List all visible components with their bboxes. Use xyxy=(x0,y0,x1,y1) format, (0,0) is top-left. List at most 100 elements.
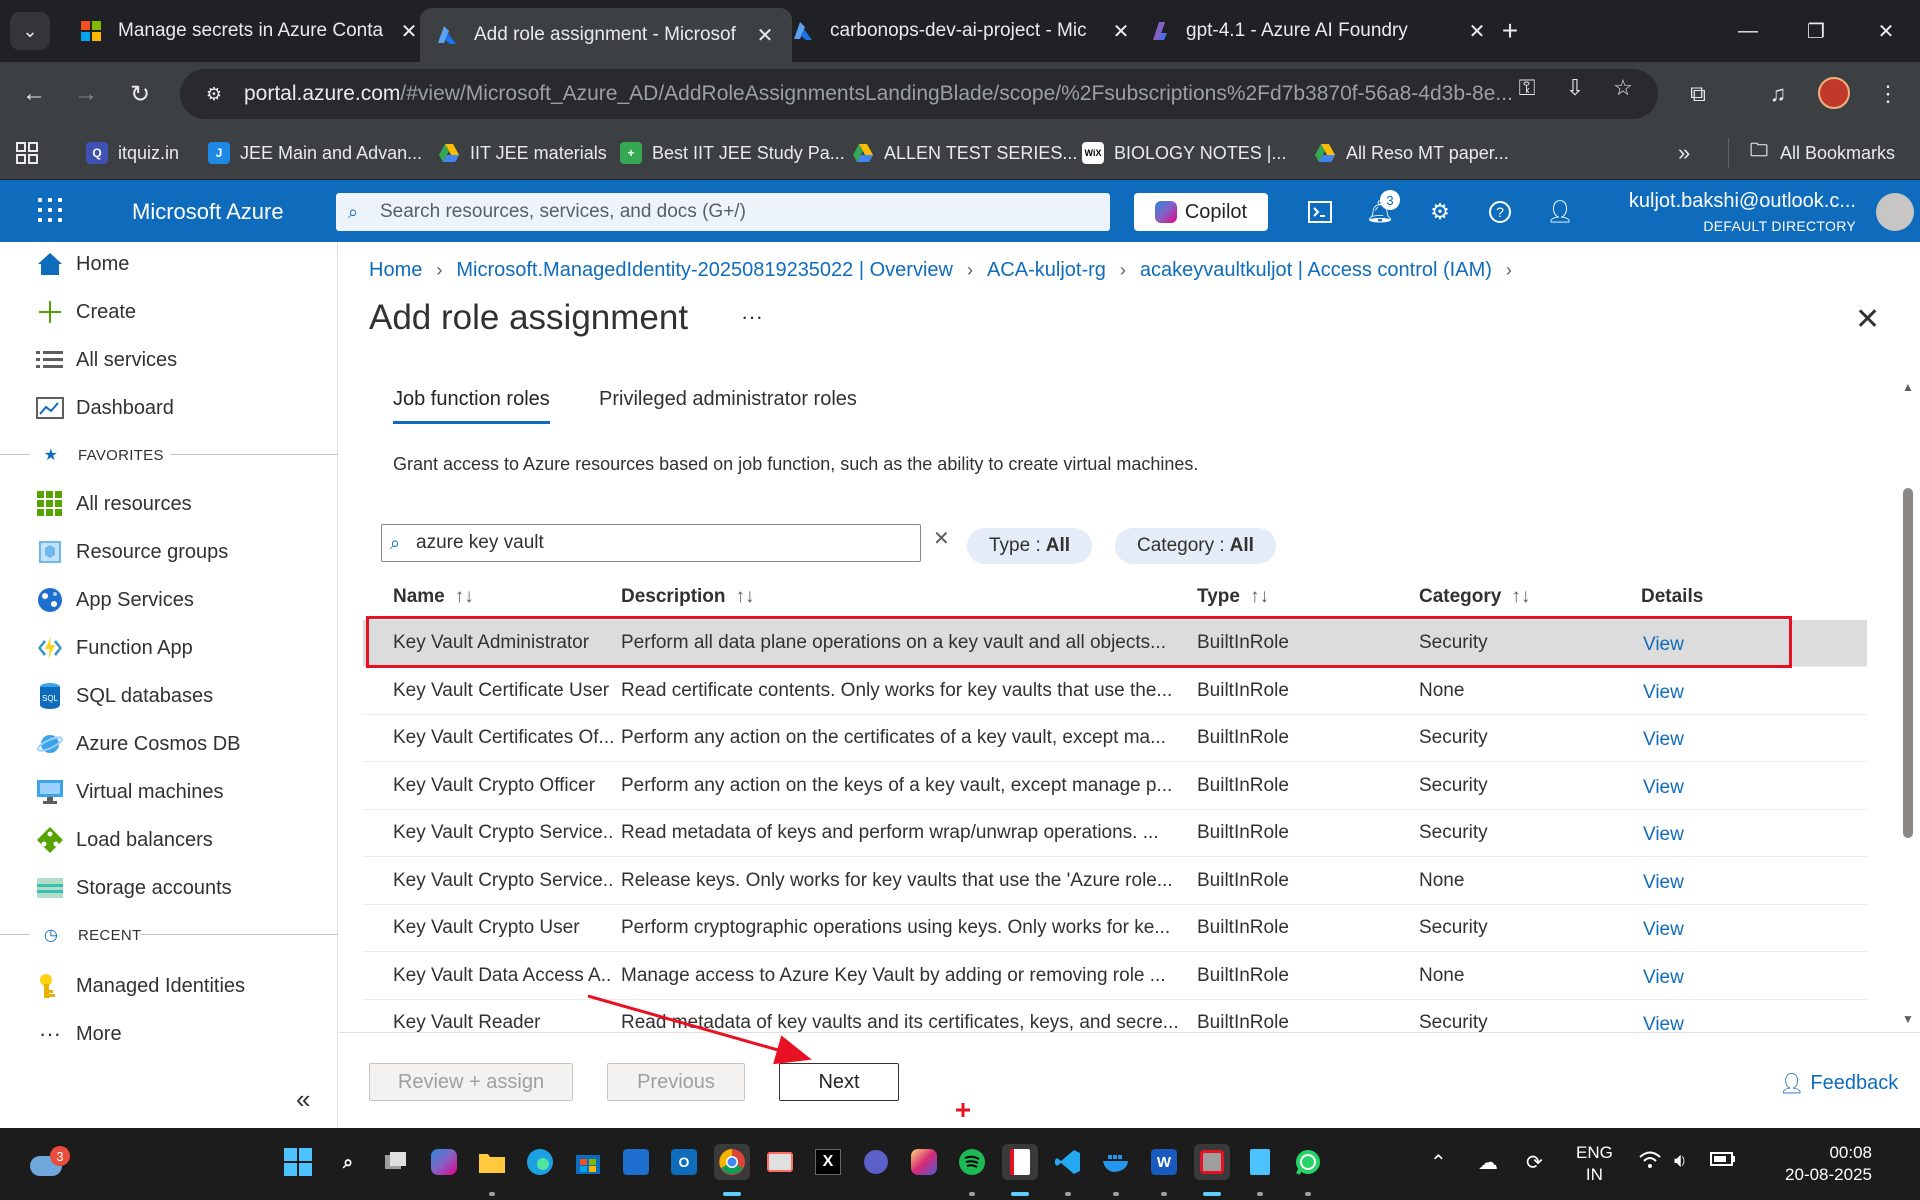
store-icon[interactable] xyxy=(570,1144,606,1180)
apps-grid-icon[interactable] xyxy=(16,138,38,168)
sort-icon[interactable]: ↑↓ xyxy=(1511,586,1530,607)
outlook-icon[interactable]: O xyxy=(666,1144,702,1180)
column-header-type[interactable]: Type ↑↓ xyxy=(1197,586,1269,608)
portal-menu-icon[interactable] xyxy=(38,198,64,224)
sync-icon[interactable]: ⟳ xyxy=(1526,1150,1543,1175)
breadcrumb-home[interactable]: Home xyxy=(369,259,422,282)
review-assign-button[interactable]: Review + assign xyxy=(369,1063,573,1101)
table-row[interactable]: Key Vault Crypto Officer Perform any acti… xyxy=(363,763,1867,810)
bookmark-iit-jee-materials[interactable]: IIT JEE materials xyxy=(438,138,607,168)
category-filter-pill[interactable]: Category : All xyxy=(1115,528,1276,564)
sort-icon[interactable]: ↑↓ xyxy=(1250,586,1269,607)
role-search-box[interactable]: ⌕ xyxy=(381,524,921,562)
sort-icon[interactable]: ↑↓ xyxy=(736,586,755,607)
all-bookmarks-button[interactable]: 🗀 All Bookmarks xyxy=(1748,138,1895,168)
close-icon[interactable]: ✕ xyxy=(398,19,420,44)
bookmark-biology-notes[interactable]: WiX BIOLOGY NOTES |... xyxy=(1082,138,1286,168)
more-options-button[interactable]: ··· xyxy=(741,304,763,330)
bookmark-star-icon[interactable]: ☆ xyxy=(1608,75,1638,101)
language-indicator[interactable]: ENG IN xyxy=(1576,1142,1613,1186)
azure-data-studio-icon[interactable] xyxy=(618,1144,654,1180)
back-arrow-icon[interactable]: ← xyxy=(16,76,52,112)
onedrive-cloud-icon[interactable]: ☁ xyxy=(1478,1150,1498,1175)
media-control-icon[interactable]: ♫ xyxy=(1760,76,1796,112)
new-tab-button[interactable]: + xyxy=(1493,14,1527,48)
copilot-app-icon[interactable] xyxy=(426,1144,462,1180)
feedback-person-icon[interactable]: 👤︎ xyxy=(1544,196,1576,228)
tab-job-function-roles[interactable]: Job function roles xyxy=(393,388,550,424)
close-icon[interactable]: ✕ xyxy=(1466,19,1488,44)
view-details-link[interactable]: View xyxy=(1643,634,1743,656)
gear-icon[interactable]: ⚙ xyxy=(1424,196,1456,228)
view-details-link[interactable]: View xyxy=(1643,824,1743,846)
type-filter-pill[interactable]: Type : All xyxy=(967,528,1093,564)
bookmark-jee-main[interactable]: J JEE Main and Advan... xyxy=(208,138,422,168)
global-search[interactable]: ⌕ xyxy=(336,193,1110,231)
sidebar-item-more[interactable]: ··· More xyxy=(0,1012,338,1056)
minimize-icon[interactable]: — xyxy=(1728,14,1768,48)
column-header-category[interactable]: Category ↑↓ xyxy=(1419,586,1530,608)
chevron-up-icon[interactable]: ⌃ xyxy=(1430,1150,1447,1175)
reload-icon[interactable]: ↻ xyxy=(122,76,158,112)
chrome-icon[interactable] xyxy=(714,1144,750,1180)
site-info-icon[interactable]: ⚙ xyxy=(194,84,234,105)
bookmark-allen-test[interactable]: ALLEN TEST SERIES... xyxy=(852,138,1077,168)
scroll-up-icon[interactable]: ▲ xyxy=(1900,380,1916,394)
task-view-icon[interactable] xyxy=(378,1144,414,1180)
sidebar-item-home[interactable]: Home xyxy=(0,242,338,286)
previous-button[interactable]: Previous xyxy=(607,1063,745,1101)
avatar[interactable] xyxy=(1876,193,1914,231)
volume-icon[interactable]: 🔉︎ xyxy=(1674,1150,1687,1173)
table-row[interactable]: Key Vault Administrator Perform all data … xyxy=(363,620,1867,667)
next-button[interactable]: Next xyxy=(779,1063,899,1101)
cloud-shell-icon[interactable] xyxy=(1304,196,1336,228)
sidebar-item-cosmos-db[interactable]: Azure Cosmos DB xyxy=(0,722,338,766)
sidebar-item-load-balancers[interactable]: Load balancers xyxy=(0,818,338,862)
forward-arrow-icon[interactable]: → xyxy=(68,76,104,112)
url-text[interactable]: portal.azure.com/#view/Microsoft_Azure_A… xyxy=(244,82,1544,106)
install-app-icon[interactable]: ⇩ xyxy=(1560,75,1590,101)
close-window-icon[interactable]: ✕ xyxy=(1866,14,1906,48)
table-row[interactable]: Key Vault Crypto Service... Read metadata… xyxy=(363,810,1867,857)
sidebar-item-resource-groups[interactable]: Resource groups xyxy=(0,530,338,574)
copilot-button[interactable]: Copilot xyxy=(1134,193,1268,231)
address-bar[interactable]: ⚙ portal.azure.com/#view/Microsoft_Azure… xyxy=(180,69,1658,119)
browser-tab-active[interactable]: Add role assignment - Microsof ✕ xyxy=(420,8,792,62)
azure-brand[interactable]: Microsoft Azure xyxy=(132,199,284,225)
role-search-input[interactable] xyxy=(416,532,916,554)
profile-avatar[interactable] xyxy=(1818,77,1850,109)
close-icon[interactable]: ✕ xyxy=(1110,19,1132,44)
close-icon[interactable]: ✕ xyxy=(754,23,776,48)
docker-icon[interactable] xyxy=(1098,1144,1134,1180)
weather-widget[interactable]: 3 xyxy=(26,1146,70,1182)
sidebar-item-function-app[interactable]: Function App xyxy=(0,626,338,670)
bookmark-itquiz[interactable]: Qitquiz.in xyxy=(86,138,179,168)
breadcrumb-managed-identity[interactable]: Microsoft.ManagedIdentity-20250819235022… xyxy=(456,259,953,282)
tab-privileged-admin-roles[interactable]: Privileged administrator roles xyxy=(599,388,857,421)
browser-tab[interactable]: Manage secrets in Azure Conta ✕ xyxy=(64,8,436,54)
windows-start-icon[interactable] xyxy=(280,1144,316,1180)
wifi-icon[interactable] xyxy=(1638,1150,1662,1176)
table-row[interactable]: Key Vault Data Access A... Manage access … xyxy=(363,953,1867,1000)
spotify-icon[interactable] xyxy=(954,1144,990,1180)
file-explorer-icon[interactable] xyxy=(474,1144,510,1180)
sandbox-icon[interactable] xyxy=(1194,1144,1230,1180)
notepad-icon[interactable] xyxy=(1242,1144,1278,1180)
edge-browser-icon[interactable] xyxy=(522,1144,558,1180)
view-details-link[interactable]: View xyxy=(1643,919,1743,941)
battery-icon[interactable] xyxy=(1710,1150,1736,1173)
column-header-name[interactable]: Name ↑↓ xyxy=(393,586,474,608)
column-header-description[interactable]: Description ↑↓ xyxy=(621,586,755,608)
extensions-icon[interactable]: ⧉ xyxy=(1680,76,1716,112)
breadcrumb-keyvault-iam[interactable]: acakeyvaultkuljot | Access control (IAM) xyxy=(1140,259,1492,282)
global-search-input[interactable] xyxy=(380,201,1080,223)
account-name[interactable]: kuljot.bakshi@outlook.c... xyxy=(1629,190,1856,213)
sidebar-item-dashboard[interactable]: Dashboard xyxy=(0,386,338,430)
browser-tab[interactable]: carbonops-dev-ai-project - Mic ✕ xyxy=(776,8,1148,54)
scrollbar-thumb[interactable] xyxy=(1903,488,1913,838)
sidebar-item-app-services[interactable]: App Services xyxy=(0,578,338,622)
sidebar-item-virtual-machines[interactable]: Virtual machines xyxy=(0,770,338,814)
scrollbar[interactable]: ▲ ▼ xyxy=(1900,380,1916,1030)
restore-icon[interactable]: ❐ xyxy=(1796,14,1836,48)
remote-desktop-icon[interactable] xyxy=(1002,1144,1038,1180)
